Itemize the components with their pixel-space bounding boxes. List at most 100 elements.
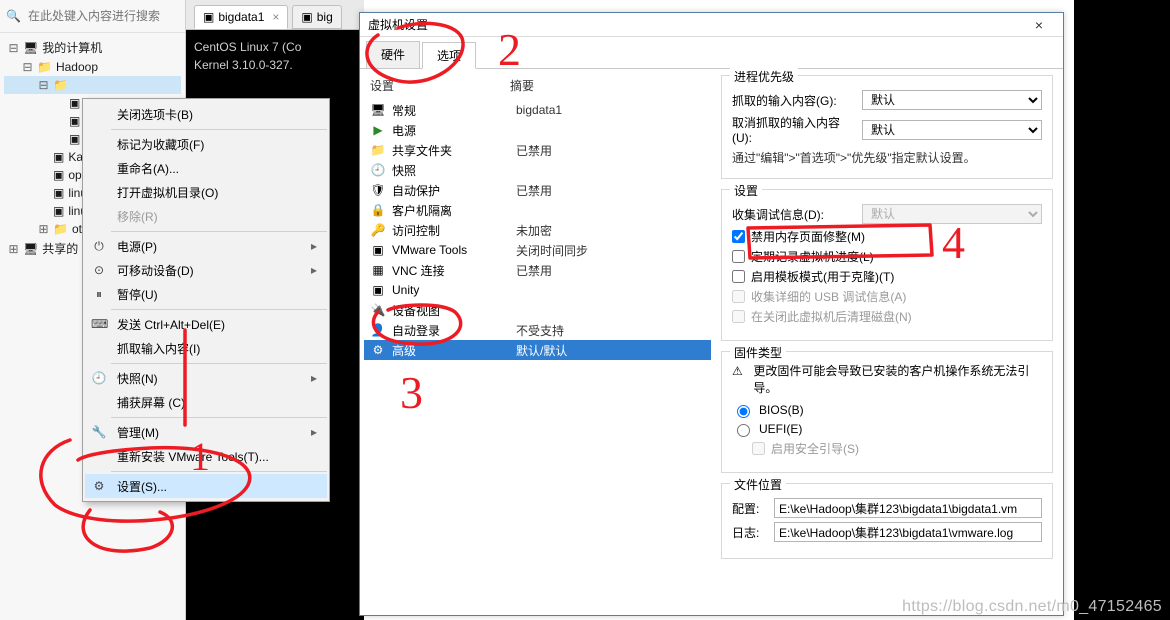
cm-pause[interactable]: ⏸暂停(U) [85,282,327,306]
tree-root[interactable]: ⊟🖥我的计算机 [4,37,181,58]
close-icon[interactable]: × [1019,17,1059,33]
chk-template-mode[interactable]: 启用模板模式(用于克隆)(T) [732,268,1042,285]
tab-options[interactable]: 选项 [422,42,476,69]
tree-hadoop[interactable]: ⊟📁Hadoop [4,58,181,76]
vnc-icon: ▦ [370,263,386,277]
chk-disable-mem-trim[interactable]: 禁用内存页面修整(M) [732,228,1042,245]
opt-snapshot[interactable]: 🕘快照 [364,160,711,180]
input-log-path[interactable] [774,522,1042,542]
select-grabbed[interactable]: 默认 [862,90,1042,110]
dialog-title: 虚拟机设置 [368,16,1019,33]
group-file-location: 文件位置 配置: 日志: [721,483,1053,559]
cm-mark-fav[interactable]: 标记为收藏项(F) [85,132,327,156]
cm-close-tab[interactable]: 关闭选项卡(B) [85,102,327,126]
opt-guest-isolation[interactable]: 🔒客户机隔离 [364,200,711,220]
chevron-right-icon: ▸ [311,263,317,277]
pause-icon: ⏸ [91,287,107,302]
gear-icon: ⚙ [370,343,386,357]
opt-device-view[interactable]: 🔌设备视图 [364,300,711,320]
radio-bios[interactable]: BIOS(B) [732,402,1042,418]
opt-unity[interactable]: ▣Unity [364,280,711,300]
cm-remove: 移除(R) [85,204,327,228]
label-config: 配置: [732,500,766,517]
vm-icon: ▣ [69,132,80,146]
warning-icon: ⚠ [732,362,747,378]
vm-icon: ▣ [53,168,64,182]
input-config-path[interactable] [774,498,1042,518]
tab-hardware[interactable]: 硬件 [366,41,420,68]
folder-icon: 📁 [53,222,68,236]
label-log: 日志: [732,524,766,541]
group-legend: 文件位置 [730,476,786,493]
label-ungrabbed: 取消抓取的输入内容(U): [732,114,854,145]
vm-icon: ▣ [53,204,64,218]
opt-vnc[interactable]: ▦VNC 连接已禁用 [364,260,711,280]
cm-settings[interactable]: ⚙设置(S)... [85,474,327,498]
opt-shared[interactable]: 📁共享文件夹已禁用 [364,140,711,160]
radio-uefi[interactable]: UEFI(E) [732,421,1042,437]
vm-icon: ▣ [301,10,312,24]
close-icon[interactable]: × [272,10,279,24]
black-sidebar [1074,0,1170,620]
cm-snapshot[interactable]: 🕘快照(N)▸ [85,366,327,390]
device-icon: 🔌 [370,303,386,317]
folder-icon: 📁 [53,78,68,92]
cm-removable[interactable]: ⊙可移动设备(D)▸ [85,258,327,282]
select-ungrabbed[interactable]: 默认 [862,120,1042,140]
key-icon: 🔑 [370,223,386,237]
label-collect-debug: 收集调试信息(D): [732,206,854,223]
cm-manage[interactable]: 🔧管理(M)▸ [85,420,327,444]
search-input[interactable] [26,8,185,24]
opt-autologin[interactable]: 👤自动登录不受支持 [364,320,711,340]
vm-settings-dialog: 虚拟机设置 × 硬件 选项 设置摘要 🖥常规bigdata1 ▶电源 📁共享文件… [359,12,1064,616]
folder-icon: 📁 [37,60,52,74]
firmware-warning: 更改固件可能会导致已安装的客户机操作系统无法引导。 [753,362,1042,396]
cm-rename[interactable]: 重命名(A)... [85,156,327,180]
dialog-titlebar: 虚拟机设置 × [360,13,1063,37]
power-icon: ⏻ [91,239,107,254]
gear-icon: ⚙ [91,479,107,493]
computer-icon: 🖥 [23,41,38,55]
vm-icon: ▣ [69,96,80,110]
chk-log-progress[interactable]: 定期记录虚拟机进度(L) [732,248,1042,265]
group-priority: 进程优先级 抓取的输入内容(G): 默认 取消抓取的输入内容(U): 默认 通过… [721,75,1053,179]
opt-general[interactable]: 🖥常规bigdata1 [364,100,711,120]
cm-capture[interactable]: 捕获屏幕 (C) [85,390,327,414]
gear-icon: 🖥 [370,103,386,117]
chk-usb-debug: 收集详细的 USB 调试信息(A) [732,288,1042,305]
chk-clean-disk: 在关闭此虚拟机后清理磁盘(N) [732,308,1042,325]
cm-reinstall-tools[interactable]: 重新安装 VMware Tools(T)... [85,444,327,468]
document-tabs: ▣bigdata1× ▣big [186,0,364,30]
group-legend: 设置 [730,182,762,199]
cm-send-cad[interactable]: ⌨发送 Ctrl+Alt+Del(E) [85,312,327,336]
opt-vmtools[interactable]: ▣VMware Tools关闭时间同步 [364,240,711,260]
chevron-right-icon: ▸ [311,425,317,439]
cm-grab-input[interactable]: 抓取输入内容(I) [85,336,327,360]
opt-autoprotect[interactable]: 🛡自动保护已禁用 [364,180,711,200]
vm-icon: ▣ [53,150,64,164]
tab-big[interactable]: ▣big [292,5,341,29]
snapshot-icon: 🕘 [370,163,386,177]
wrench-icon: 🔧 [91,425,107,439]
keyboard-icon: ⌨ [91,317,107,331]
chk-secure-boot: 启用安全引导(S) [752,440,1042,457]
tree-item[interactable]: ⊟📁 [4,76,181,94]
select-collect-debug: 默认 [862,204,1042,224]
cm-open-dir[interactable]: 打开虚拟机目录(O) [85,180,327,204]
opt-power[interactable]: ▶电源 [364,120,711,140]
user-icon: 👤 [370,323,386,337]
options-list: 设置摘要 🖥常规bigdata1 ▶电源 📁共享文件夹已禁用 🕘快照 🛡自动保护… [360,69,715,617]
group-settings: 设置 收集调试信息(D): 默认 禁用内存页面修整(M) 定期记录虚拟机进度(L… [721,189,1053,341]
tab-bigdata1[interactable]: ▣bigdata1× [194,5,288,29]
opt-access[interactable]: 🔑访问控制未加密 [364,220,711,240]
search-row: 🔍 [0,0,185,33]
dialog-tabs: 硬件 选项 [360,37,1063,69]
options-header: 设置摘要 [364,75,711,100]
vm-context-menu: 关闭选项卡(B) 标记为收藏项(F) 重命名(A)... 打开虚拟机目录(O) … [82,98,330,502]
cm-power[interactable]: ⏻电源(P)▸ [85,234,327,258]
advanced-pane: 进程优先级 抓取的输入内容(G): 默认 取消抓取的输入内容(U): 默认 通过… [715,69,1063,617]
vm-icon: ▣ [203,10,214,24]
label-grabbed: 抓取的输入内容(G): [732,92,854,109]
vm-icon: ▣ [69,114,80,128]
opt-advanced[interactable]: ⚙高级默认/默认 [364,340,711,360]
